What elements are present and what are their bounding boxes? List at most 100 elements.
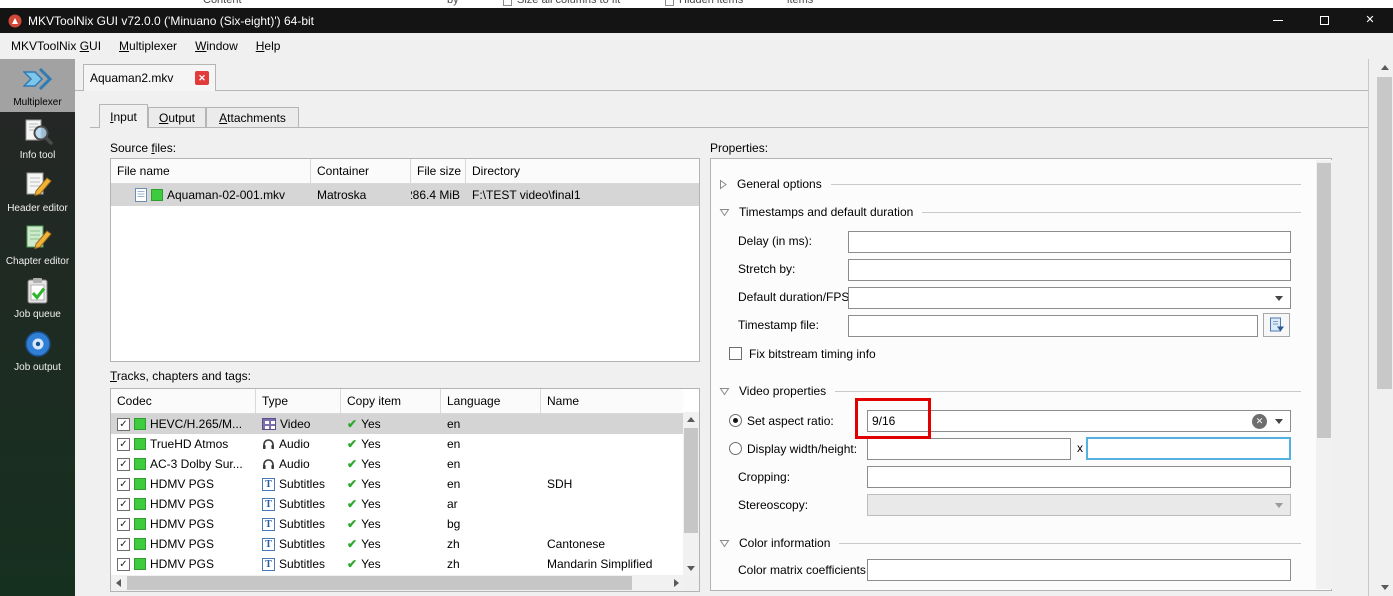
cropping-input[interactable] [867, 466, 1291, 488]
tab-output[interactable]: Output [148, 107, 206, 127]
sidebar-item-info-tool[interactable]: Info tool [0, 112, 75, 165]
chevron-down-icon[interactable] [719, 387, 730, 396]
chevron-down-icon[interactable] [719, 208, 730, 217]
track-row[interactable]: HDMV PGS Subtitles Yes zh Mandarin Simpl… [111, 554, 683, 574]
aspect-ratio-combobox[interactable] [867, 410, 1291, 432]
track-color-swatch [134, 498, 146, 510]
stereoscopy-combobox[interactable] [867, 494, 1291, 516]
scroll-down-icon[interactable] [1376, 579, 1393, 596]
color-matrix-input[interactable] [867, 559, 1291, 581]
checkbox-checked-icon[interactable] [117, 477, 130, 491]
default-duration-combobox[interactable] [848, 287, 1291, 309]
properties-scrollbar[interactable] [1316, 160, 1332, 589]
sidebar-item-job-queue[interactable]: Job queue [0, 271, 75, 324]
scroll-up-icon[interactable] [1376, 59, 1393, 76]
section-video-properties[interactable]: Video properties [719, 383, 1301, 399]
close-button[interactable]: ✕ [1347, 8, 1393, 33]
section-title[interactable]: Video properties [739, 384, 826, 398]
scroll-up-icon[interactable] [683, 412, 699, 426]
display-width-input[interactable] [867, 438, 1071, 460]
checkbox-checked-icon[interactable] [117, 537, 130, 551]
section-general-options[interactable]: General options [719, 176, 1301, 192]
display-height-input[interactable] [1086, 437, 1291, 460]
codec-text: HEVC/H.265/M... [150, 417, 243, 431]
display-dimensions-radio[interactable] [729, 442, 742, 455]
scroll-left-icon[interactable] [111, 575, 125, 591]
source-file-row[interactable]: Aquaman-02-001.mkv Matroska 286.4 MiB F:… [111, 184, 699, 206]
column-header-file-name[interactable]: File name [111, 159, 311, 183]
column-header-type[interactable]: Type [256, 389, 341, 413]
audio-track-icon [262, 458, 275, 470]
file-tab-aquaman2[interactable]: Aquaman2.mkv ✕ [83, 64, 216, 91]
bg-fragment: by [447, 0, 459, 6]
checkbox-checked-icon[interactable] [117, 417, 130, 431]
column-header-copy-item[interactable]: Copy item [341, 389, 441, 413]
maximize-button[interactable] [1301, 8, 1347, 33]
sidebar-item-chapter-editor[interactable]: Chapter editor [0, 218, 75, 271]
track-color-swatch [134, 558, 146, 570]
stretch-by-input[interactable] [848, 259, 1291, 281]
checkbox-checked-icon[interactable] [117, 497, 130, 511]
track-row[interactable]: HDMV PGS Subtitles Yes ar [111, 494, 683, 514]
minimize-button[interactable] [1255, 8, 1301, 33]
tab-attachments[interactable]: Attachments [206, 107, 299, 127]
column-header-directory[interactable]: Directory [466, 159, 699, 183]
track-row[interactable]: AC-3 Dolby Sur... Audio Yes en [111, 454, 683, 474]
column-header-file-size[interactable]: File size [411, 159, 466, 183]
menu-mkvtoolnix-gui[interactable]: MKVToolNix GUI [2, 33, 110, 59]
timestamp-file-input[interactable] [848, 315, 1258, 337]
scrollbar-thumb[interactable] [1377, 77, 1392, 389]
clear-icon[interactable] [1252, 413, 1267, 429]
scroll-right-icon[interactable] [669, 575, 683, 591]
checkbox-checked-icon[interactable] [117, 457, 130, 471]
section-title[interactable]: Timestamps and default duration [739, 205, 913, 219]
bg-fragment: Content [203, 0, 242, 6]
chevron-down-icon[interactable] [1275, 295, 1283, 301]
scrollbar-thumb[interactable] [684, 428, 698, 533]
name-cell: Cantonese [547, 537, 606, 551]
tab-input[interactable]: Input [99, 104, 148, 128]
delay-input[interactable] [848, 231, 1291, 253]
sidebar-item-header-editor[interactable]: Header editor [0, 165, 75, 218]
bg-fragment: Hidden items [679, 0, 744, 6]
section-timestamps[interactable]: Timestamps and default duration [719, 204, 1301, 220]
set-aspect-ratio-radio[interactable] [729, 414, 742, 427]
track-row[interactable]: HEVC/H.265/M... Video Yes en [111, 414, 683, 434]
source-files-table[interactable]: File name Container File size Directory … [110, 158, 700, 362]
titlebar[interactable]: MKVToolNix GUI v72.0.0 ('Minuano (Six-ei… [0, 8, 1393, 33]
scrollbar-thumb[interactable] [1317, 163, 1331, 438]
column-header-container[interactable]: Container [311, 159, 411, 183]
chevron-down-icon[interactable] [1275, 418, 1283, 424]
checkbox-checked-icon[interactable] [117, 517, 130, 531]
menu-multiplexer[interactable]: Multiplexer [110, 33, 186, 59]
track-row[interactable]: HDMV PGS Subtitles Yes en SDH [111, 474, 683, 494]
scroll-down-icon[interactable] [683, 561, 699, 575]
tracks-horizontal-scrollbar[interactable] [111, 575, 683, 591]
menu-help[interactable]: Help [247, 33, 290, 59]
section-title[interactable]: Color information [739, 536, 830, 550]
scrollbar-thumb[interactable] [127, 576, 632, 590]
column-header-name[interactable]: Name [541, 389, 683, 413]
column-header-codec[interactable]: Codec [111, 389, 256, 413]
browse-timestamp-file-button[interactable] [1263, 313, 1290, 337]
checkbox-checked-icon[interactable] [117, 437, 130, 451]
chevron-down-icon[interactable] [719, 539, 730, 548]
chevron-right-icon[interactable] [719, 179, 728, 190]
main-vertical-scrollbar[interactable] [1376, 59, 1393, 596]
fix-bitstream-checkbox[interactable] [729, 347, 742, 360]
track-row[interactable]: TrueHD Atmos Audio Yes en [111, 434, 683, 454]
checkbox-checked-icon[interactable] [117, 557, 130, 571]
section-color-information[interactable]: Color information [719, 535, 1301, 551]
track-row[interactable]: HDMV PGS Subtitles Yes bg [111, 514, 683, 534]
track-row[interactable]: HDMV PGS Subtitles Yes zh Cantonese [111, 534, 683, 554]
file-name-text: Aquaman-02-001.mkv [167, 188, 286, 202]
tracks-table[interactable]: Codec Type Copy item Language Name HEVC/… [110, 388, 700, 592]
section-title[interactable]: General options [737, 177, 822, 191]
sidebar-item-multiplexer[interactable]: Multiplexer [0, 59, 75, 112]
aspect-ratio-input[interactable] [868, 414, 1244, 428]
file-tab-close-icon[interactable]: ✕ [195, 71, 209, 85]
tracks-vertical-scrollbar[interactable] [683, 412, 699, 575]
menu-window[interactable]: Window [186, 33, 247, 59]
column-header-language[interactable]: Language [441, 389, 541, 413]
sidebar-item-job-output[interactable]: Job output [0, 324, 75, 377]
